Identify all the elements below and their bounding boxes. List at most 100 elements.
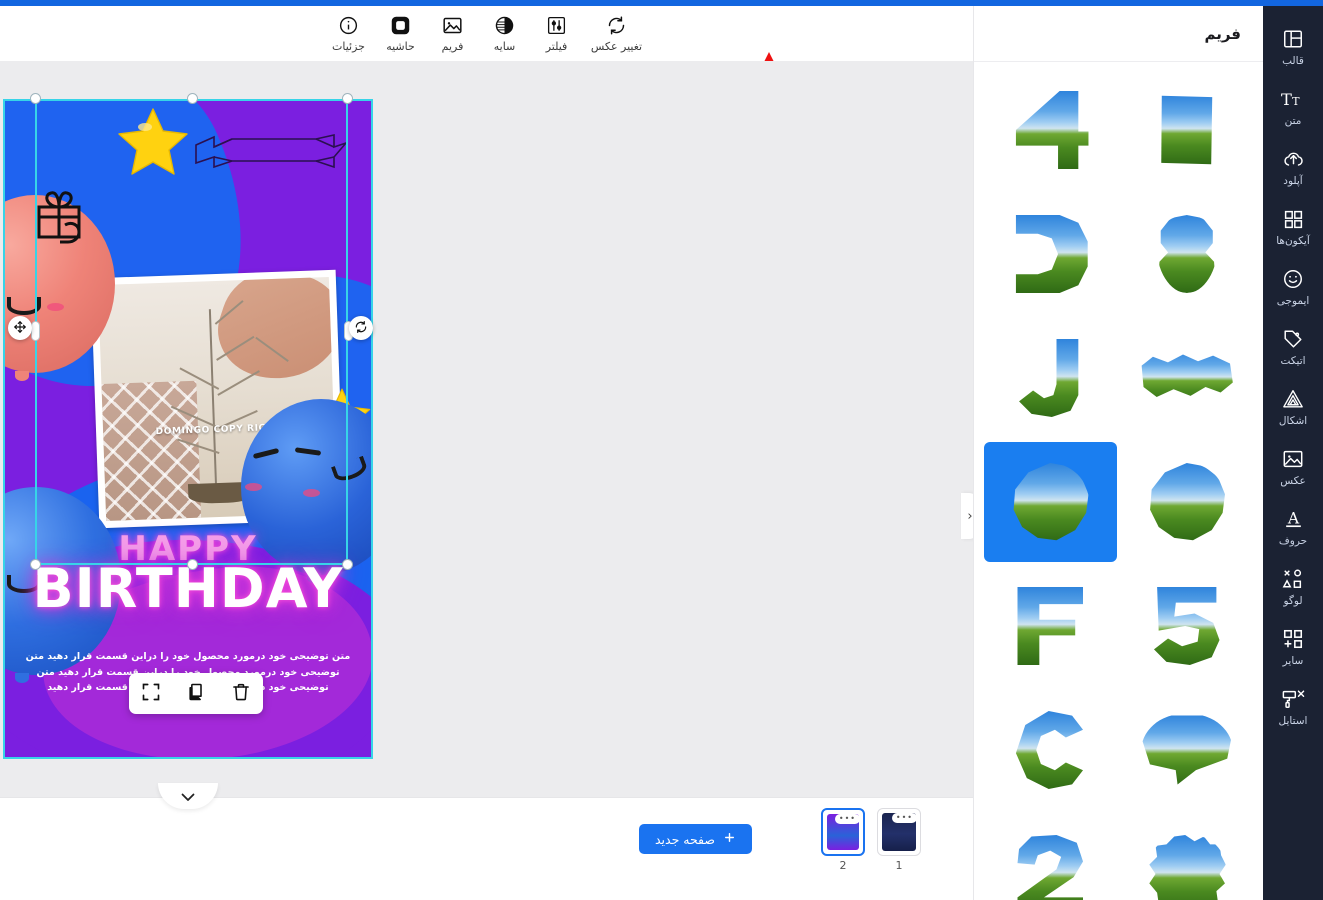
frame-option-letter-c-frame[interactable]	[984, 690, 1117, 810]
duplicate-button[interactable]	[181, 679, 211, 709]
selection-handle-bottom-center[interactable]	[187, 559, 198, 570]
rail-item-8[interactable]: عکس	[1265, 444, 1321, 490]
page-thumbnail-1[interactable]: •••	[877, 808, 921, 856]
rail-label-11: سایر	[1282, 655, 1304, 667]
rail-label-1: قالب	[1282, 55, 1304, 67]
frame-option-number-two-frame[interactable]	[984, 814, 1117, 900]
tools-rail: قالب T T متن آپلود آیکون‌ها ایموجی اتیکت اشکال عک…	[1263, 6, 1323, 900]
rail-label-10: لوگو	[1283, 595, 1303, 607]
page-menu-dots-2[interactable]: •••	[834, 814, 860, 824]
svg-text:T: T	[1292, 95, 1300, 108]
brush-stroke-frame-thumbnail	[1141, 354, 1233, 398]
frame-option-blob-frame[interactable]	[1121, 814, 1254, 900]
grid-plus-icon	[1281, 627, 1305, 651]
border-square-icon	[390, 15, 412, 37]
rail-item-12[interactable]: استایل	[1265, 684, 1321, 730]
selection-handle-top-center[interactable]	[187, 93, 198, 104]
delete-button[interactable]	[226, 679, 256, 709]
number-eight-frame-thumbnail	[1158, 215, 1216, 293]
rail-label-4: آیکون‌ها	[1276, 235, 1310, 247]
letter-f-frame-thumbnail	[1017, 587, 1084, 665]
trash-icon	[231, 682, 251, 706]
toolbar-item-border[interactable]: حاشیه	[377, 9, 425, 59]
toolbar-label-change-image: تغییر عکس	[590, 39, 643, 53]
rail-item-4[interactable]: آیکون‌ها	[1265, 204, 1321, 250]
selection-handle-top-left[interactable]	[30, 93, 41, 104]
rectangle-frame-thumbnail	[1161, 95, 1213, 165]
frames-panel: فریم	[973, 6, 1263, 900]
toolbar-item-frame[interactable]: فریم	[429, 9, 477, 59]
rail-item-9[interactable]: A حروف	[1265, 504, 1321, 550]
frame-option-circle-frame[interactable]	[1121, 442, 1254, 562]
page-thumbnail-2[interactable]: •••	[821, 808, 865, 856]
number-five-frame-thumbnail	[1153, 587, 1220, 665]
panel-collapse-toggle[interactable]: ›	[961, 493, 973, 539]
star-decoration-top	[115, 107, 191, 177]
blob-frame-thumbnail	[1149, 835, 1226, 900]
rail-item-2[interactable]: T T متن	[1265, 84, 1321, 130]
frame-option-number-five-frame[interactable]	[1121, 566, 1254, 686]
toolbar-item-change-image[interactable]: تغییر عکس	[585, 9, 649, 59]
photo-tree-trunk	[208, 309, 218, 489]
frame-image-icon	[442, 15, 464, 37]
design-artboard: DOMINGO COPY RIGHT HAPPY BIRTHDAY متن تو…	[3, 99, 373, 759]
rail-item-11[interactable]: سایر	[1265, 624, 1321, 670]
circle-frame-selected-thumbnail	[1013, 463, 1089, 541]
rail-item-7[interactable]: اشکال	[1265, 384, 1321, 430]
filter-sliders-icon	[546, 15, 568, 37]
rail-item-3[interactable]: آپلود	[1265, 144, 1321, 190]
paint-roller-x-icon	[1281, 687, 1305, 711]
frame-option-letter-j-frame[interactable]	[984, 318, 1117, 438]
frame-option-circle-frame-selected[interactable]	[984, 442, 1117, 562]
move-handle-button[interactable]	[8, 316, 32, 340]
frames-panel-title: فریم	[1204, 24, 1241, 43]
toolbar-item-shadow[interactable]: سایه	[481, 9, 529, 59]
letter-d-frame-thumbnail	[1015, 215, 1088, 293]
template-layout-icon	[1281, 27, 1305, 51]
selection-handle-left-mid[interactable]	[31, 321, 40, 341]
crop-button[interactable]	[136, 679, 166, 709]
canvas-workspace[interactable]: DOMINGO COPY RIGHT HAPPY BIRTHDAY متن تو…	[0, 61, 973, 797]
rail-item-5[interactable]: ایموجی	[1265, 264, 1321, 310]
page-item[interactable]: ••• 1	[875, 808, 923, 872]
rail-item-1[interactable]: قالب	[1265, 24, 1321, 70]
rail-label-6: اتیکت	[1280, 355, 1306, 367]
rail-item-10[interactable]: لوگو	[1265, 564, 1321, 610]
number-four-frame-thumbnail	[1015, 91, 1089, 169]
svg-text:A: A	[1286, 510, 1299, 528]
frame-option-number-four-frame[interactable]	[984, 70, 1117, 190]
letter-j-frame-thumbnail	[1019, 339, 1079, 417]
frame-option-number-eight-frame[interactable]	[1121, 194, 1254, 314]
selection-handle-top-right[interactable]	[342, 93, 353, 104]
duplicate-icon	[186, 682, 206, 706]
rail-label-3: آپلود	[1283, 175, 1303, 187]
rotate-handle-button[interactable]	[349, 316, 373, 340]
crop-corners-icon	[141, 682, 161, 706]
toolbar-item-details[interactable]: جزئیات	[325, 9, 373, 59]
shadow-half-circle-icon	[494, 15, 516, 37]
selection-handle-bottom-right[interactable]	[342, 559, 353, 570]
rail-item-6[interactable]: اتیکت	[1265, 324, 1321, 370]
frame-option-brush-stroke-frame[interactable]	[1121, 318, 1254, 438]
toolbar-item-filter[interactable]: فیلتر	[533, 9, 581, 59]
frame-option-speech-bubble-frame[interactable]	[1121, 690, 1254, 810]
frame-option-letter-d-frame[interactable]	[984, 194, 1117, 314]
toolbar-label-frame: فریم	[441, 39, 464, 53]
rail-label-5: ایموجی	[1276, 295, 1310, 307]
frame-option-letter-f-frame[interactable]	[984, 566, 1117, 686]
grid-squares-icon	[1281, 207, 1305, 231]
triangle-shapes-icon	[1281, 387, 1305, 411]
circle-frame-thumbnail	[1150, 463, 1225, 541]
new-page-button[interactable]: صفحه جدید	[638, 824, 752, 854]
rail-label-2: متن	[1284, 115, 1302, 127]
frame-option-rectangle-frame[interactable]	[1121, 70, 1254, 190]
page-thumbnails-strip: ••• 2 ••• 1	[819, 808, 923, 872]
design-canvas[interactable]: DOMINGO COPY RIGHT HAPPY BIRTHDAY متن تو…	[3, 93, 373, 759]
page-item[interactable]: ••• 2	[819, 808, 867, 872]
rotate-icon	[354, 319, 368, 338]
page-menu-dots-1[interactable]: •••	[891, 813, 917, 823]
selection-handle-bottom-left[interactable]	[30, 559, 41, 570]
number-two-frame-thumbnail	[1017, 835, 1084, 900]
plus-icon	[723, 831, 736, 847]
page-number-2: 2	[839, 859, 847, 872]
